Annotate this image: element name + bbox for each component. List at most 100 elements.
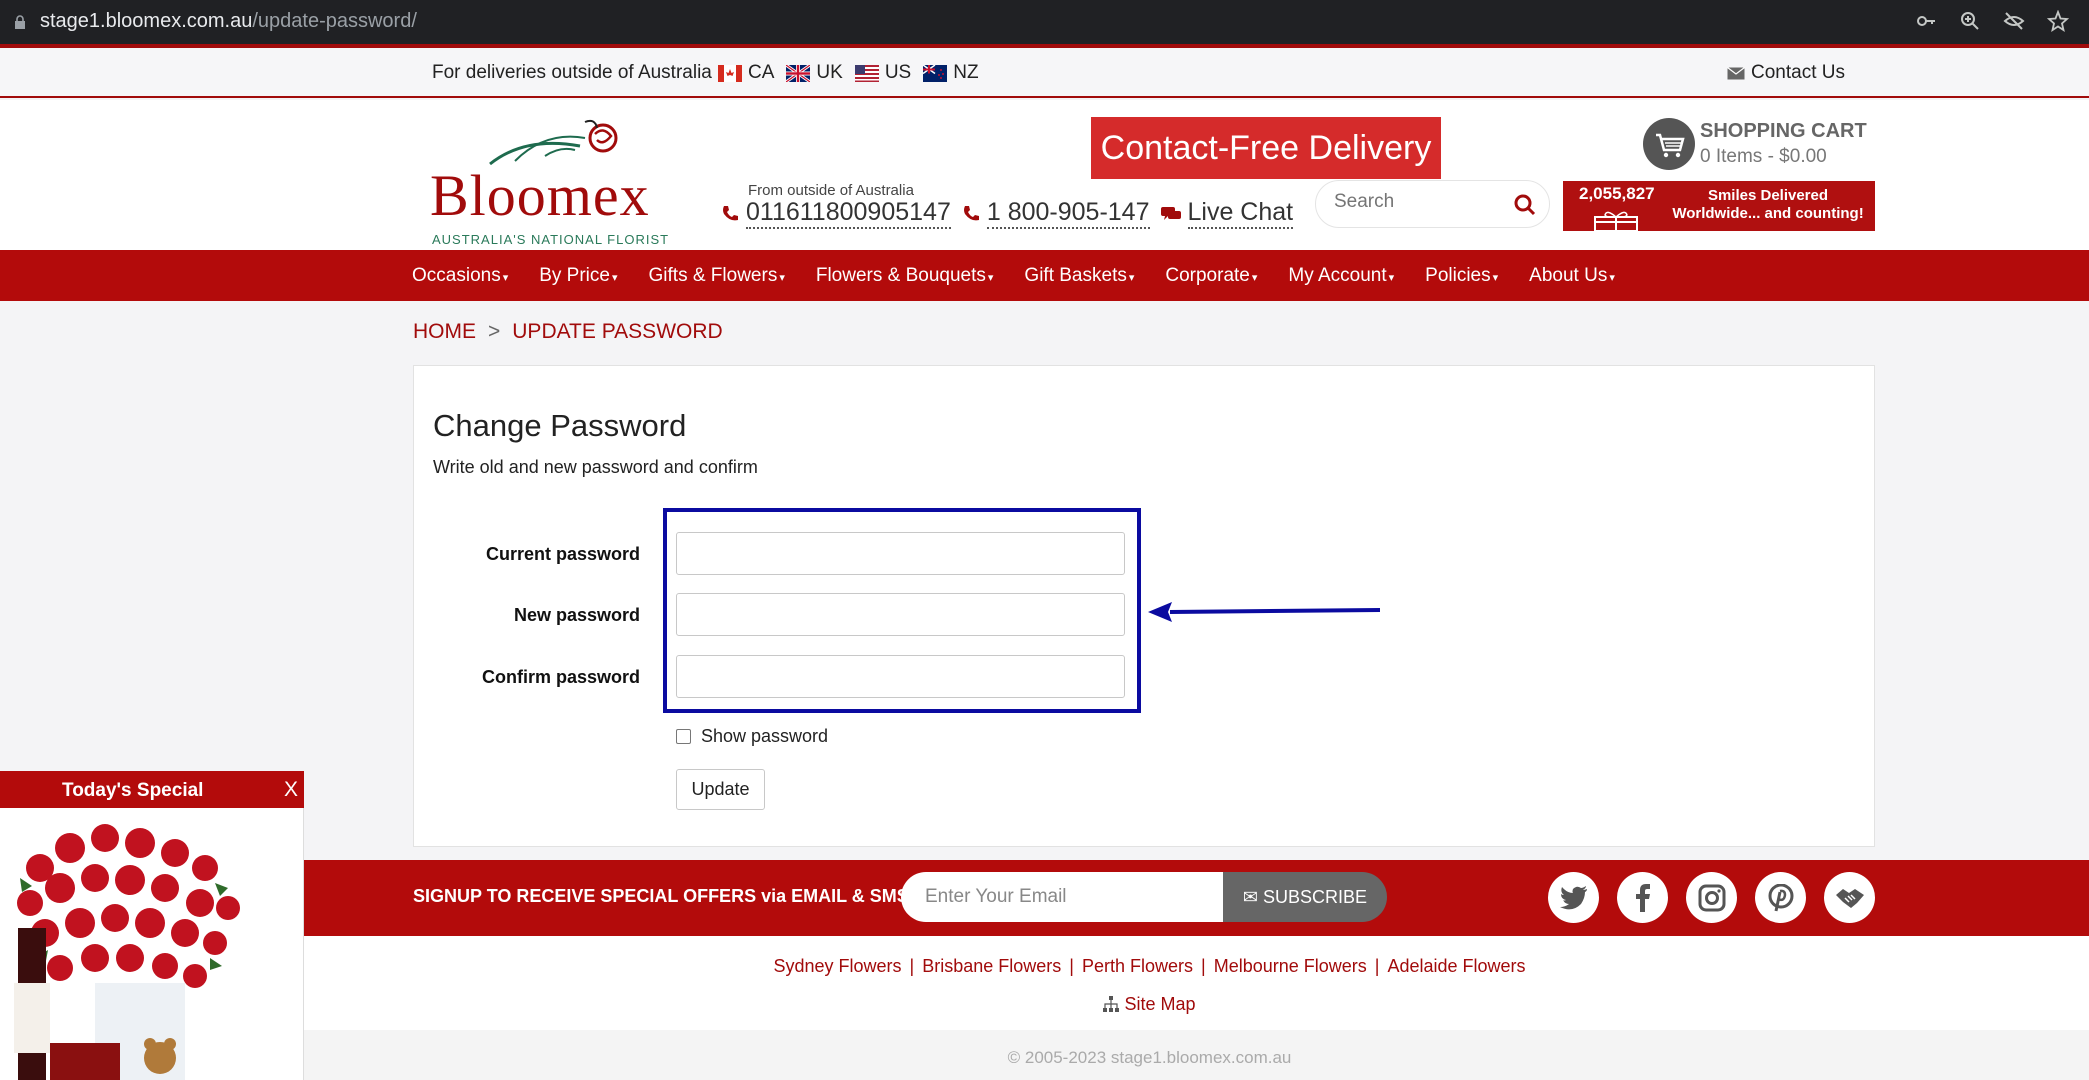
- city-link-brisbane[interactable]: Brisbane Flowers: [922, 956, 1061, 976]
- current-password-row: Current password: [414, 532, 1876, 576]
- signup-bar: SIGNUP TO RECEIVE SPECIAL OFFERS via EMA…: [0, 860, 2089, 936]
- confirm-password-label: Confirm password: [481, 667, 640, 687]
- chat-icon: [1160, 206, 1181, 220]
- smiles-text: Smiles Delivered Worldwide... and counti…: [1672, 187, 1864, 222]
- logo-tagline: AUSTRALIA'S NATIONAL FLORIST: [432, 232, 670, 247]
- breadcrumb-separator: >: [488, 320, 501, 343]
- breadcrumb-current: UPDATE PASSWORD: [512, 320, 723, 343]
- phone-icon: [723, 205, 738, 220]
- uk-flag-icon: [785, 63, 812, 83]
- caret-down-icon: ▾: [1388, 272, 1395, 284]
- sitemap-icon: [1103, 996, 1120, 1012]
- show-password-checkbox[interactable]: [676, 729, 691, 744]
- facebook-icon[interactable]: [1617, 872, 1668, 923]
- flag-link-us[interactable]: US: [854, 62, 911, 84]
- copyright-text: © 2005-2023 stage1.bloomex.com.au: [1007, 1048, 1292, 1067]
- city-link-melbourne[interactable]: Melbourne Flowers: [1214, 956, 1367, 976]
- page-title: Change Password: [433, 408, 687, 443]
- caret-down-icon: ▾: [779, 272, 785, 284]
- show-password-toggle[interactable]: Show password: [676, 726, 828, 747]
- city-links: Sydney Flowers | Brisbane Flowers | Pert…: [773, 956, 1526, 976]
- zoom-icon[interactable]: [1959, 10, 1981, 32]
- main-navigation: Occasions ▾ By Price ▾ Gifts & Flowers ▾ Fl…: [0, 250, 2089, 301]
- caret-down-icon: ▾: [611, 272, 618, 284]
- arrow-left-icon: [1148, 602, 1381, 622]
- intl-phone-link[interactable]: 011611800905147: [720, 198, 951, 229]
- nav-item-gift-baskets[interactable]: Gift Baskets ▾: [1024, 250, 1134, 304]
- city-link-adelaide[interactable]: Adelaide Flowers: [1387, 956, 1525, 976]
- breadcrumb: HOME > UPDATE PASSWORD: [413, 320, 723, 344]
- nav-item-corporate[interactable]: Corporate ▾: [1165, 250, 1257, 304]
- nav-item-flowers-bouquets[interactable]: Flowers & Bouquets ▾: [816, 250, 994, 304]
- current-password-label: Current password: [485, 544, 640, 564]
- twitter-icon[interactable]: [1548, 872, 1599, 923]
- cart-title: SHOPPING CART: [1700, 120, 1867, 142]
- roses-bouquet-image[interactable]: [0, 808, 280, 1080]
- bloomex-logo[interactable]: Bloomex AUSTRALIA'S NATIONAL FLORIST: [430, 116, 668, 247]
- todays-special-title: Today's Special: [62, 780, 204, 801]
- pinterest-icon[interactable]: [1755, 872, 1806, 923]
- contact-row: 011611800905147 1 800-905-147 Live Chat: [720, 198, 1294, 229]
- flag-link-nz[interactable]: NZ: [922, 62, 979, 84]
- nav-item-by-price[interactable]: By Price ▾: [539, 250, 617, 304]
- new-password-input[interactable]: [676, 593, 1125, 636]
- show-password-label: Show password: [701, 726, 829, 746]
- envelope-icon: [1727, 66, 1745, 79]
- live-chat-link[interactable]: Live Chat: [1160, 198, 1294, 229]
- browser-address-bar: stage1.bloomex.com.au/update-password/: [0, 0, 2089, 44]
- search-icon[interactable]: [1513, 193, 1537, 217]
- breadcrumb-home-link[interactable]: HOME: [413, 320, 476, 343]
- signup-text: SIGNUP TO RECEIVE SPECIAL OFFERS via EMA…: [413, 886, 909, 906]
- instagram-icon[interactable]: [1686, 872, 1737, 923]
- canada-flag-icon: [718, 64, 742, 82]
- lock-icon: [15, 15, 25, 29]
- flag-link-uk[interactable]: UK: [785, 62, 843, 84]
- page-description: Write old and new password and confirm: [433, 457, 758, 477]
- update-button[interactable]: Update: [676, 769, 765, 810]
- signup-email-input[interactable]: Enter Your Email: [901, 872, 1223, 922]
- site-footer: Sydney Flowers | Brisbane Flowers | Pert…: [0, 936, 2089, 1080]
- todays-special-header: Today's Special X: [0, 771, 304, 808]
- city-link-sydney[interactable]: Sydney Flowers: [773, 956, 901, 976]
- search-box: [1315, 180, 1550, 228]
- nav-item-my-account[interactable]: My Account ▾: [1288, 250, 1394, 304]
- close-button[interactable]: X: [284, 778, 298, 802]
- key-icon[interactable]: [1915, 10, 1937, 32]
- site-header: Bloomex AUSTRALIA'S NATIONAL FLORIST Fro…: [0, 100, 2089, 250]
- eye-off-icon[interactable]: [2003, 10, 2025, 32]
- us-flag-icon: [854, 64, 879, 82]
- confirm-password-row: Confirm password: [414, 655, 1876, 699]
- nav-item-policies[interactable]: Policies ▾: [1425, 250, 1498, 304]
- caret-down-icon: ▾: [1251, 272, 1258, 284]
- delivery-text: For deliveries outside of Australia: [432, 62, 712, 83]
- subscribe-button[interactable]: ✉ SUBSCRIBE: [1223, 872, 1387, 922]
- search-input[interactable]: [1334, 191, 1504, 213]
- caret-down-icon: ▾: [502, 272, 509, 284]
- nz-flag-icon: [922, 63, 948, 82]
- nav-item-gifts-flowers[interactable]: Gifts & Flowers ▾: [649, 250, 785, 304]
- handshake-icon[interactable]: [1824, 872, 1875, 923]
- smiles-count: 2,055,827: [1579, 184, 1655, 203]
- site-map-link[interactable]: Site Map: [0, 994, 2089, 1015]
- country-flags: CA UK US NZ: [718, 62, 979, 84]
- nav-item-occasions[interactable]: Occasions ▾: [412, 250, 508, 304]
- phone-from-label: From outside of Australia: [748, 182, 914, 199]
- local-phone-link[interactable]: 1 800-905-147: [961, 198, 1150, 229]
- copyright-bar: © 2005-2023 stage1.bloomex.com.au: [0, 1030, 2089, 1080]
- contact-free-delivery-banner[interactable]: Contact-Free Delivery: [1091, 117, 1441, 179]
- caret-down-icon: ▾: [1609, 272, 1615, 284]
- cart-summary: 0 Items - $0.00: [1700, 146, 1827, 167]
- phone-icon: [963, 205, 979, 220]
- confirm-password-input[interactable]: [676, 655, 1125, 698]
- cart-icon: [1643, 118, 1695, 170]
- nav-item-about-us[interactable]: About Us ▾: [1529, 250, 1615, 304]
- smiles-delivered-banner: 2,055,827 Smiles Delivered Worldwide... …: [1563, 181, 1875, 231]
- top-info-bar: For deliveries outside of Australia CA U…: [0, 48, 2089, 98]
- current-password-input[interactable]: [676, 532, 1125, 575]
- contact-us-link[interactable]: Contact Us: [1727, 62, 1845, 84]
- star-icon[interactable]: [2046, 9, 2070, 32]
- city-link-perth[interactable]: Perth Flowers: [1082, 956, 1193, 976]
- flag-link-ca[interactable]: CA: [718, 62, 774, 84]
- envelope-icon: ✉: [1242, 887, 1259, 907]
- url-text[interactable]: stage1.bloomex.com.au/update-password/: [40, 10, 417, 33]
